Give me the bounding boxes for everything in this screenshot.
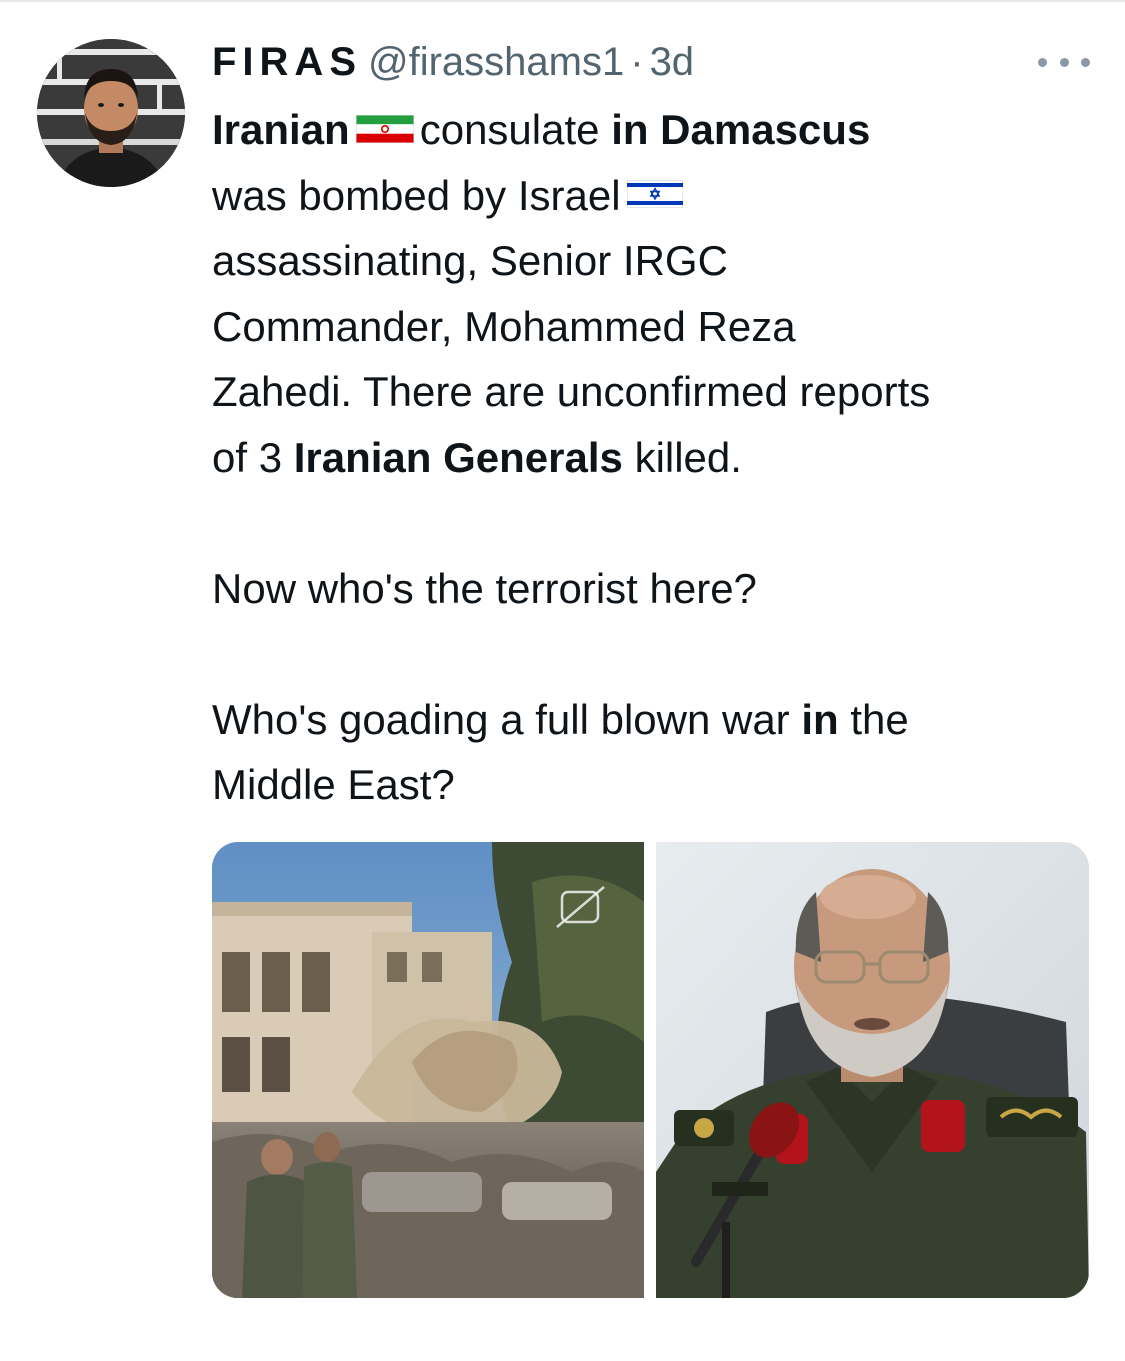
tweet-body: Iranian consulate in Damascus was bombed … <box>212 97 1102 818</box>
bold-text: in <box>801 695 839 743</box>
tweet-line: Now who's the terrorist here? <box>212 564 757 612</box>
plain-text: Who's goading a full blown war <box>212 695 790 743</box>
avatar-image <box>37 39 185 187</box>
commander-portrait-image <box>656 842 1089 1298</box>
display-name[interactable]: FIRAS <box>212 34 362 90</box>
top-divider <box>0 0 1125 2</box>
bold-text: Iranian <box>212 106 350 153</box>
israel-flag-icon <box>626 180 683 209</box>
plain-text: of 3 <box>212 433 283 481</box>
tweet-header: FIRAS @firasshams1 · 3d <box>212 34 694 90</box>
tweet-line: Middle East? <box>212 761 455 808</box>
iran-flag-icon <box>355 114 414 143</box>
bold-text: Iranian Generals <box>293 433 623 481</box>
bombed-building-image <box>212 842 644 1298</box>
header-separator: · <box>630 40 644 84</box>
more-dot <box>1038 57 1047 67</box>
bombed-building-photo[interactable] <box>212 842 644 1298</box>
bold-text: in Damascus <box>611 106 871 153</box>
tweet-timestamp[interactable]: 3d <box>650 34 695 90</box>
user-handle[interactable]: @firasshams1 <box>368 34 624 90</box>
plain-text: killed. <box>634 433 742 481</box>
tweet-media <box>212 842 1089 1298</box>
more-dot <box>1081 57 1090 67</box>
tweet-line: Commander, Mohammed Reza <box>212 302 796 350</box>
plain-text: consulate <box>419 106 600 153</box>
plain-text: was bombed by Israel <box>212 171 621 219</box>
more-options-icon[interactable] <box>1038 52 1090 72</box>
tweet-line: Who's goading a full blown war in the <box>212 687 1102 753</box>
plain-text: the <box>850 695 909 743</box>
tweet-line: was bombed by Israel <box>212 163 1102 229</box>
tweet-line: Zahedi. There are unconfirmed reports <box>212 368 931 415</box>
more-dot <box>1059 57 1069 67</box>
tweet-line: assassinating, Senior IRGC <box>212 237 728 284</box>
tweet-line: of 3 Iranian Generals killed. <box>212 425 1102 491</box>
profile-avatar[interactable] <box>37 39 185 187</box>
commander-portrait-photo[interactable] <box>656 842 1089 1298</box>
tweet-line: Iranian consulate in Damascus <box>212 97 1102 163</box>
